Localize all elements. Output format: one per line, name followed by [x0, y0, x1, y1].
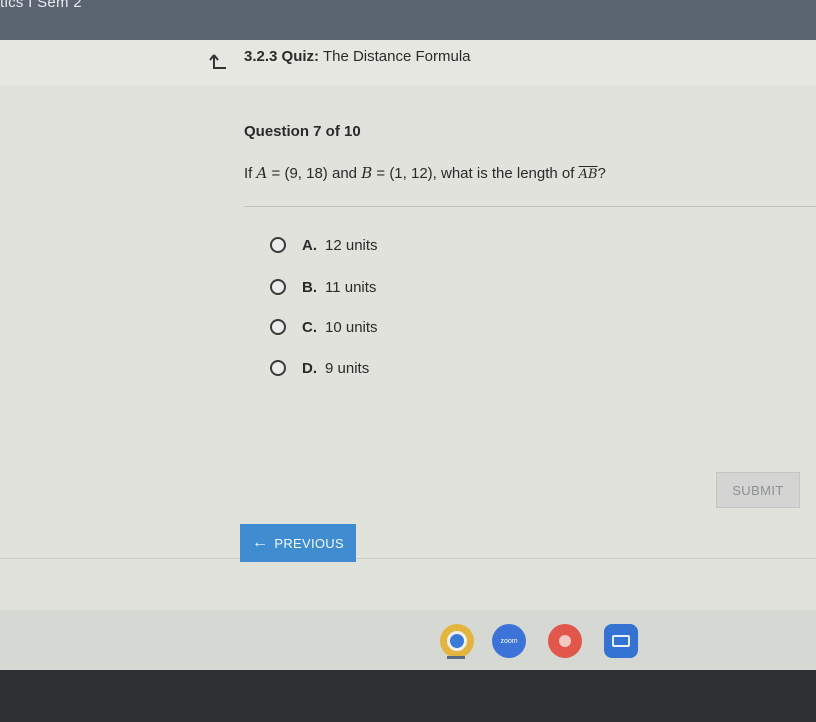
- browser-top-bar: tics I Sem 2: [0, 0, 816, 40]
- question-suffix: ?: [597, 165, 606, 182]
- point-a: = (9, 18): [267, 165, 332, 182]
- variable-a: A: [256, 164, 268, 182]
- choice-letter: B.: [302, 278, 317, 296]
- zoom-icon[interactable]: zoom: [492, 624, 526, 658]
- submit-button[interactable]: SUBMIT: [716, 472, 800, 508]
- previous-button[interactable]: ← PREVIOUS: [240, 524, 356, 562]
- question-divider: [244, 206, 816, 207]
- radio-button[interactable]: [270, 279, 286, 295]
- choice-a[interactable]: A. 12 units: [270, 234, 378, 256]
- choice-text: 9 units: [325, 359, 370, 377]
- radio-button[interactable]: [270, 237, 286, 253]
- radio-button[interactable]: [270, 360, 286, 376]
- slides-icon[interactable]: [604, 624, 638, 658]
- footer-divider: [0, 558, 816, 559]
- left-arrow-icon: ←: [252, 534, 269, 551]
- question-area: Question 7 of 10 If A = (9, 18) and B = …: [0, 86, 816, 610]
- choice-letter: C.: [302, 318, 317, 336]
- question-middle: , what is the length of: [432, 165, 579, 182]
- question-text: If A = (9, 18) and B = (1, 12), what is …: [244, 164, 606, 182]
- zoom-label: zoom: [500, 637, 518, 645]
- point-b: = (1, 12): [372, 165, 433, 182]
- question-prefix: If: [244, 165, 253, 182]
- paint-icon[interactable]: [548, 624, 582, 658]
- choice-text: 10 units: [325, 318, 378, 336]
- paint-icon-palette: [559, 635, 571, 647]
- choice-d[interactable]: D. 9 units: [270, 357, 369, 379]
- return-arrow-icon[interactable]: [208, 52, 228, 72]
- quiz-title: 3.2.3 Quiz: The Distance Formula: [244, 48, 471, 65]
- radio-button[interactable]: [270, 319, 286, 335]
- choice-letter: D.: [302, 359, 317, 377]
- tab-title-fragment: tics I Sem 2: [0, 0, 82, 11]
- choice-text: 11 units: [325, 278, 377, 296]
- slides-icon-frame: [612, 635, 630, 647]
- variable-b: B: [361, 164, 373, 182]
- chrome-icon[interactable]: [440, 624, 474, 658]
- active-app-indicator: [447, 656, 465, 659]
- and-word: and: [331, 165, 358, 182]
- os-shelf: zoom: [0, 610, 816, 670]
- segment-ab: AB: [578, 167, 598, 182]
- quiz-name: The Distance Formula: [322, 48, 471, 65]
- quiz-page: 3.2.3 Quiz: The Distance Formula Questio…: [0, 40, 816, 610]
- quiz-header: 3.2.3 Quiz: The Distance Formula: [0, 40, 816, 87]
- chrome-icon-center: [447, 631, 467, 651]
- laptop-bezel: [0, 670, 816, 722]
- choice-c[interactable]: C. 10 units: [270, 316, 378, 338]
- question-heading: Question 7 of 10: [244, 123, 361, 140]
- previous-label: PREVIOUS: [274, 535, 344, 551]
- choice-text: 12 units: [325, 236, 378, 254]
- choice-letter: A.: [302, 236, 317, 254]
- quiz-number: 3.2.3: [244, 48, 278, 65]
- choice-b[interactable]: B. 11 units: [270, 276, 376, 298]
- quiz-label: Quiz:: [281, 48, 320, 65]
